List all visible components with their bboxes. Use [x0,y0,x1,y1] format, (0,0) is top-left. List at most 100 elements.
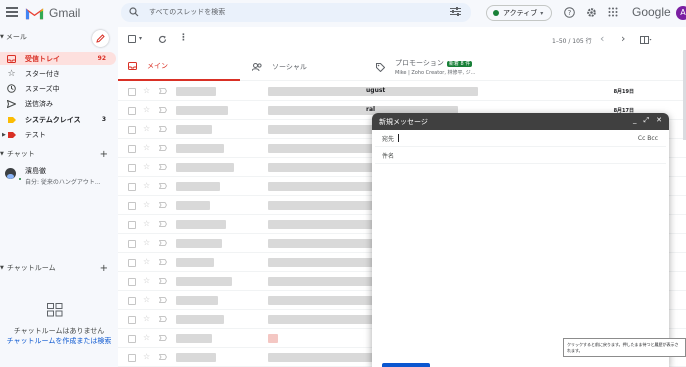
row-checkbox[interactable] [128,88,136,96]
importance-marker-icon[interactable] [159,221,167,227]
gear-icon[interactable] [586,7,597,18]
row-checkbox[interactable] [128,202,136,210]
star-icon[interactable]: ☆ [143,105,150,114]
star-icon[interactable]: ☆ [143,314,150,323]
row-checkbox[interactable] [128,278,136,286]
avatar[interactable]: A [676,6,686,20]
search-input[interactable]: すべてのスレッドを検索 [149,7,225,17]
row-checkbox[interactable] [128,221,136,229]
add-chat-icon[interactable]: + [100,149,108,160]
table-row[interactable]: ☆ ugust 8月19日 [118,82,686,101]
importance-marker-icon[interactable] [159,354,167,360]
compose-button[interactable] [92,30,109,47]
minimize-icon[interactable]: _ [633,116,637,125]
subject-field[interactable]: 件名 [375,147,666,164]
row-checkbox[interactable] [128,297,136,305]
importance-marker-icon[interactable] [159,259,167,265]
collapse-icon: ▼ [0,34,4,40]
sidebar-item-sent[interactable]: 送信済み [0,97,116,110]
star-icon[interactable]: ☆ [143,200,150,209]
row-checkbox[interactable] [128,126,136,134]
to-field[interactable]: 宛先 Cc Bcc [375,130,666,147]
row-checkbox[interactable] [128,145,136,153]
row-checkbox[interactable] [128,335,136,343]
search-bar[interactable]: すべてのスレッドを検索 [121,3,471,22]
rooms-placeholder-icon [47,303,63,317]
refresh-icon[interactable] [158,35,167,44]
tab-primary[interactable]: メイン [118,53,240,81]
star-icon[interactable]: ☆ [143,257,150,266]
status-selector[interactable]: アクティブ ▾ [486,5,552,21]
importance-marker-icon[interactable] [159,145,167,151]
add-room-icon[interactable]: + [100,263,108,274]
compose-header[interactable]: 新規メッセージ _ ⤢ ✕ [372,113,669,130]
status-label: アクティブ [503,9,538,17]
prev-page-button[interactable]: ‹ [600,32,604,45]
gmail-m-icon [25,8,44,20]
star-icon[interactable]: ☆ [143,219,150,228]
importance-marker-icon[interactable] [159,88,167,94]
chat-section-header[interactable]: ▼ チャット + [0,149,116,160]
row-checkbox[interactable] [128,183,136,191]
star-icon[interactable]: ☆ [143,143,150,152]
apps-grid-icon[interactable] [608,7,618,17]
star-icon[interactable]: ☆ [143,276,150,285]
send-button[interactable] [382,363,430,367]
search-icon[interactable] [129,7,139,17]
label-icon [7,115,16,124]
star-icon[interactable]: ☆ [143,86,150,95]
mail-section-header[interactable]: ▼ メール [0,32,27,42]
sender-redacted [176,315,224,324]
search-options-icon[interactable] [450,7,461,16]
help-icon[interactable]: ? [564,7,575,18]
split-pane-icon[interactable] [640,36,652,44]
expand-icon[interactable]: ▶ [2,132,6,138]
sidebar-item-test[interactable]: ▶ テスト [0,128,116,141]
sidebar-item-system-label[interactable]: システムクレイス 3 [0,113,116,126]
sender-redacted [176,353,216,362]
tab-promotions[interactable]: プロモーション 新着 8 件 Mike | Zoho Creator, 林修平, … [376,53,536,81]
row-checkbox[interactable] [128,240,136,248]
importance-marker-icon[interactable] [159,278,167,284]
top-bar: Gmail すべてのスレッドを検索 アクティブ ▾ ? Google A [0,0,686,27]
sidebar-item-starred[interactable]: ☆ スター付き [0,67,116,80]
rooms-section-header[interactable]: ▼ チャットルーム + [0,263,116,274]
star-icon[interactable]: ☆ [143,238,150,247]
row-checkbox[interactable] [128,107,136,115]
row-checkbox[interactable] [128,316,136,324]
star-icon[interactable]: ☆ [143,352,150,361]
importance-marker-icon[interactable] [159,183,167,189]
row-checkbox[interactable] [128,164,136,172]
gmail-logo[interactable]: Gmail [25,6,80,20]
importance-marker-icon[interactable] [159,335,167,341]
row-subject: ugust [366,87,386,94]
row-checkbox[interactable] [128,354,136,362]
chat-contact[interactable]: 濱島徹 自分: 従来のハングアウト... [5,166,101,186]
importance-marker-icon[interactable] [159,202,167,208]
star-icon[interactable]: ☆ [143,181,150,190]
main-menu-icon[interactable] [6,7,18,17]
row-checkbox[interactable] [128,259,136,267]
sidebar-item-inbox[interactable]: 受信トレイ 92 [0,52,116,65]
create-room-link[interactable]: チャットルームを作成または検索 [0,336,118,346]
cc-bcc-link[interactable]: Cc Bcc [638,135,658,142]
importance-marker-icon[interactable] [159,126,167,132]
google-account-logo[interactable]: Google [632,5,671,19]
importance-marker-icon[interactable] [159,164,167,170]
star-icon[interactable]: ☆ [143,333,150,342]
chevron-down-icon[interactable]: ▾ [139,35,142,42]
importance-marker-icon[interactable] [159,316,167,322]
expand-icon[interactable]: ⤢ [644,116,650,125]
close-icon[interactable]: ✕ [656,116,662,125]
importance-marker-icon[interactable] [159,297,167,303]
more-options-icon[interactable]: ⋮ [179,33,188,43]
importance-marker-icon[interactable] [159,240,167,246]
importance-marker-icon[interactable] [159,107,167,113]
select-all-checkbox[interactable] [128,35,136,43]
star-icon[interactable]: ☆ [143,295,150,304]
sidebar-item-snoozed[interactable]: スヌーズ中 [0,82,116,95]
star-icon[interactable]: ☆ [143,162,150,171]
tab-social[interactable]: ソーシャル [252,53,374,81]
star-icon[interactable]: ☆ [143,124,150,133]
next-page-button[interactable]: › [621,32,625,45]
